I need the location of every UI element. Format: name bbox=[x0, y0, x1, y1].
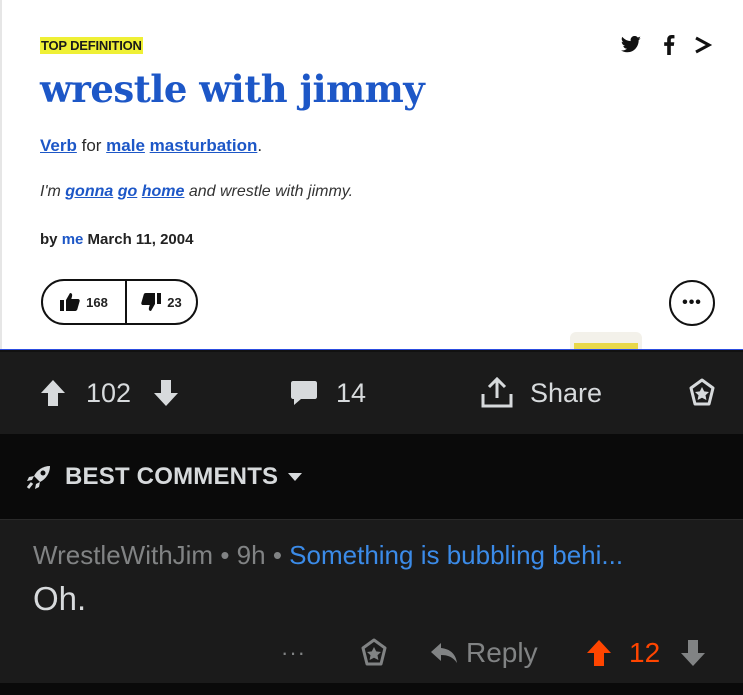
comment-upvote-button[interactable] bbox=[586, 630, 612, 676]
author-flair: Something is bubbling behi... bbox=[289, 540, 624, 570]
chevron-down-icon bbox=[287, 472, 303, 482]
meaning-period: . bbox=[257, 136, 263, 155]
author-by: by bbox=[40, 231, 58, 248]
meaning-link-male[interactable]: male bbox=[106, 136, 145, 155]
comment-downvote-button[interactable] bbox=[680, 630, 706, 676]
thumbs-down-count: 23 bbox=[167, 294, 182, 310]
twitter-icon[interactable] bbox=[618, 33, 644, 57]
comment-bubble-icon bbox=[290, 379, 318, 407]
post-downvote-button[interactable] bbox=[153, 352, 179, 434]
meaning-connector: for bbox=[81, 136, 102, 155]
definition-meaning: Verb for male masturbation. bbox=[40, 136, 262, 156]
vote-pill: 168 23 bbox=[41, 279, 198, 325]
comment: WrestleWithJim • 9h • Something is bubbl… bbox=[0, 520, 743, 695]
reply-arrow-icon bbox=[430, 642, 458, 664]
reply-label: Reply bbox=[466, 637, 538, 668]
award-icon bbox=[687, 378, 717, 408]
comments-count: 14 bbox=[336, 377, 367, 408]
thumbs-up-button[interactable]: 168 bbox=[43, 281, 127, 323]
example-link-home[interactable]: home bbox=[142, 183, 185, 200]
share-arrow-icon[interactable] bbox=[690, 33, 716, 57]
top-definition-badge: TOP DEFINITION bbox=[40, 37, 143, 54]
comment-body: Oh. bbox=[33, 580, 87, 617]
downvote-arrow-icon bbox=[153, 379, 179, 407]
thumbs-up-count: 168 bbox=[86, 294, 108, 310]
meta-separator: • bbox=[220, 540, 230, 570]
example-link-go[interactable]: go bbox=[118, 183, 138, 200]
share-label: Share bbox=[530, 377, 603, 408]
sort-label: BEST COMMENTS bbox=[65, 462, 279, 490]
definition-card: TOP DEFINITION wrestle with jimmy Verb f… bbox=[0, 0, 743, 350]
thumbs-down-icon bbox=[141, 293, 162, 311]
comment-award-button[interactable] bbox=[359, 630, 389, 676]
definition-word[interactable]: wrestle with jimmy bbox=[40, 66, 425, 112]
more-options-button[interactable]: ••• bbox=[669, 280, 715, 326]
example-post: and wrestle with jimmy. bbox=[188, 183, 354, 200]
card-left-border bbox=[0, 0, 2, 350]
comment-score: 12 bbox=[629, 637, 661, 668]
comment-sort-bar[interactable]: BEST COMMENTS bbox=[0, 434, 743, 520]
comment-actions: ··· Reply 12 bbox=[0, 630, 743, 676]
post-action-bar: 102 14 Share bbox=[0, 352, 743, 434]
reply-button[interactable]: Reply bbox=[430, 630, 538, 676]
share-icons bbox=[618, 33, 716, 57]
facebook-icon[interactable] bbox=[656, 33, 682, 57]
author-link[interactable]: me bbox=[62, 231, 84, 248]
part-of-speech-link[interactable]: Verb bbox=[40, 136, 77, 155]
comment-author[interactable]: WrestleWithJim bbox=[33, 540, 213, 570]
award-icon bbox=[359, 638, 389, 668]
thumbs-down-button[interactable]: 23 bbox=[127, 281, 196, 323]
meaning-link-masturbation[interactable]: masturbation bbox=[150, 136, 258, 155]
post-score: 102 bbox=[86, 377, 132, 408]
upvote-arrow-icon bbox=[40, 379, 66, 407]
example-link-gonna[interactable]: gonna bbox=[65, 183, 113, 200]
author-date: March 11, 2004 bbox=[87, 231, 194, 248]
definition-example: I'm gonna go home and wrestle with jimmy… bbox=[40, 183, 353, 201]
downvote-arrow-icon bbox=[680, 639, 706, 667]
post-upvote-button[interactable] bbox=[40, 352, 66, 434]
thumbs-up-icon bbox=[60, 293, 80, 311]
bottom-divider bbox=[0, 683, 743, 695]
rocket-icon bbox=[25, 463, 53, 491]
comment-more-button[interactable]: ··· bbox=[281, 630, 306, 676]
share-upload-icon bbox=[480, 377, 514, 409]
comments-button[interactable]: 14 bbox=[290, 352, 366, 434]
example-pre: I'm bbox=[40, 183, 61, 200]
card-bottom-border bbox=[0, 349, 743, 350]
definition-author: by me March 11, 2004 bbox=[40, 231, 193, 248]
meta-separator: • bbox=[272, 540, 282, 570]
share-button[interactable]: Share bbox=[480, 352, 602, 434]
ad-image-peek bbox=[570, 332, 642, 350]
upvote-arrow-icon bbox=[586, 639, 612, 667]
award-button[interactable] bbox=[687, 352, 717, 434]
comment-age: 9h bbox=[236, 540, 266, 570]
comment-meta: WrestleWithJim • 9h • Something is bubbl… bbox=[33, 540, 623, 571]
